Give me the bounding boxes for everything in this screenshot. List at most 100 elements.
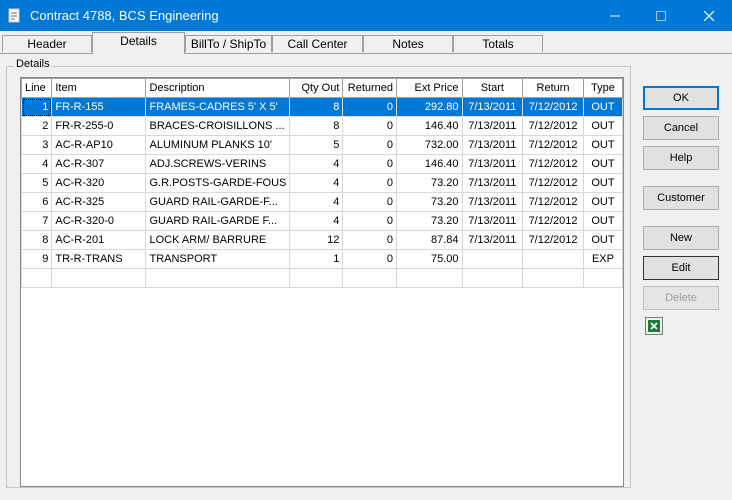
tab-call-center[interactable]: Call Center: [272, 35, 363, 52]
table-row[interactable]: 5 AC-R-320 G.R.POSTS-GARDE-FOUS 4 0 73.20 7/13…: [20, 173, 624, 193]
cell-type: OUT: [582, 230, 624, 250]
empty-cell: [145, 268, 291, 288]
cell-qty-out: 8: [289, 116, 344, 136]
excel-export-icon[interactable]: [645, 317, 663, 335]
cell-start: 7/13/2011: [461, 135, 524, 155]
cell-returned: 0: [342, 211, 398, 231]
maximize-button[interactable]: [638, 0, 684, 31]
cell-returned: 0: [342, 135, 398, 155]
tab-header[interactable]: Header: [2, 35, 92, 52]
cell-description: LOCK ARM/ BARRURE: [145, 230, 291, 250]
cell-start: 7/13/2011: [461, 192, 524, 212]
details-group-label: Details: [14, 58, 52, 70]
cell-line: 5: [20, 173, 53, 193]
cell-item: AC-R-325: [51, 192, 147, 212]
table-row[interactable]: 4 AC-R-307 ADJ.SCREWS-VERINS 4 0 146.40 7/13/2…: [20, 154, 624, 174]
cell-start: [461, 249, 524, 269]
cell-line: 1: [20, 97, 53, 117]
column-header-item[interactable]: Item: [51, 78, 147, 98]
tab-billto-shipto[interactable]: BillTo / ShipTo: [185, 35, 272, 52]
cell-return: 7/12/2012: [522, 135, 584, 155]
cell-description: TRANSPORT: [145, 249, 291, 269]
cell-description: GUARD RAIL-GARDE-F...: [145, 192, 291, 212]
cell-qty-out: 12: [289, 230, 344, 250]
cell-description: BRACES-CROISILLONS ...: [145, 116, 291, 136]
tab-notes[interactable]: Notes: [363, 35, 453, 52]
maximize-icon: [656, 10, 666, 21]
cell-start: 7/13/2011: [461, 211, 524, 231]
cell-returned: 0: [342, 230, 398, 250]
cell-item: TR-R-TRANS: [51, 249, 147, 269]
cell-qty-out: 1: [289, 249, 344, 269]
cell-return: 7/12/2012: [522, 154, 584, 174]
cell-return: 7/12/2012: [522, 116, 584, 136]
empty-cell: [396, 268, 463, 288]
cell-type: OUT: [582, 135, 624, 155]
column-header-return[interactable]: Return: [522, 78, 584, 98]
table-row[interactable]: 2 FR-R-255-0 BRACES-CROISILLONS ... 8 0 146.4…: [20, 116, 624, 136]
new-button[interactable]: New: [643, 226, 719, 250]
cell-ext-price: 292.80: [396, 97, 463, 117]
empty-cell: [51, 268, 147, 288]
close-button[interactable]: [686, 0, 732, 31]
table-row[interactable]: 7 AC-R-320-0 GUARD RAIL-GARDE F... 4 0 73.20 7…: [20, 211, 624, 231]
cancel-button[interactable]: Cancel: [643, 116, 719, 140]
table-row[interactable]: 1 FR-R-155 FRAMES-CADRES 5' X 5' 8 0 292.80 7/…: [20, 97, 624, 117]
cell-item: AC-R-201: [51, 230, 147, 250]
edit-button[interactable]: Edit: [643, 256, 719, 280]
column-header-qty-out[interactable]: Qty Out: [289, 78, 344, 98]
window-title: Contract 4788, BCS Engineering: [30, 8, 219, 23]
cell-start: 7/13/2011: [461, 116, 524, 136]
cell-item: AC-R-320-0: [51, 211, 147, 231]
cell-qty-out: 4: [289, 154, 344, 174]
cell-line: 4: [20, 154, 53, 174]
cell-returned: 0: [342, 192, 398, 212]
tab-details[interactable]: Details: [92, 32, 185, 54]
cell-line: 7: [20, 211, 53, 231]
cell-qty-out: 4: [289, 211, 344, 231]
empty-row[interactable]: [20, 268, 624, 288]
table-header-row: Line Item Description Qty Out Returned E…: [20, 78, 624, 98]
cell-line: 3: [20, 135, 53, 155]
ok-button[interactable]: OK: [643, 86, 719, 110]
column-header-description[interactable]: Description: [145, 78, 291, 98]
empty-cell: [582, 268, 624, 288]
empty-cell: [461, 268, 524, 288]
column-header-type[interactable]: Type: [582, 78, 624, 98]
cell-return: 7/12/2012: [522, 192, 584, 212]
minimize-button[interactable]: [592, 0, 638, 31]
cell-start: 7/13/2011: [461, 173, 524, 193]
delete-button[interactable]: Delete: [643, 286, 719, 310]
table-row[interactable]: 3 AC-R-AP10 ALUMINUM PLANKS 10' 5 0 732.00 7/1…: [20, 135, 624, 155]
table-row[interactable]: 8 AC-R-201 LOCK ARM/ BARRURE 12 0 87.84 7/13/2…: [20, 230, 624, 250]
column-header-line[interactable]: Line: [20, 78, 53, 98]
cell-qty-out: 5: [289, 135, 344, 155]
column-header-start[interactable]: Start: [461, 78, 524, 98]
details-table: Line Item Description Qty Out Returned E…: [20, 78, 624, 288]
cell-item: AC-R-320: [51, 173, 147, 193]
details-grid[interactable]: Line Item Description Qty Out Returned E…: [20, 77, 624, 487]
cell-qty-out: 4: [289, 192, 344, 212]
table-row[interactable]: 9 TR-R-TRANS TRANSPORT 1 0 75.00 EXP: [20, 249, 624, 269]
close-icon: [704, 10, 714, 21]
cell-qty-out: 8: [289, 97, 344, 117]
cell-line: 8: [20, 230, 53, 250]
help-button[interactable]: Help: [643, 146, 719, 170]
cell-item: AC-R-AP10: [51, 135, 147, 155]
column-header-ext-price[interactable]: Ext Price: [396, 78, 463, 98]
cell-description: GUARD RAIL-GARDE F...: [145, 211, 291, 231]
cell-returned: 0: [342, 116, 398, 136]
table-row[interactable]: 6 AC-R-325 GUARD RAIL-GARDE-F... 4 0 73.20 7/1…: [20, 192, 624, 212]
cell-type: OUT: [582, 154, 624, 174]
cell-type: OUT: [582, 173, 624, 193]
cell-returned: 0: [342, 154, 398, 174]
cell-ext-price: 87.84: [396, 230, 463, 250]
customer-button[interactable]: Customer: [643, 186, 719, 210]
cell-start: 7/13/2011: [461, 230, 524, 250]
cell-line: 9: [20, 249, 53, 269]
cell-description: G.R.POSTS-GARDE-FOUS: [145, 173, 291, 193]
column-header-returned[interactable]: Returned: [342, 78, 398, 98]
cell-returned: 0: [342, 97, 398, 117]
tab-totals[interactable]: Totals: [453, 35, 543, 52]
cell-ext-price: 75.00: [396, 249, 463, 269]
